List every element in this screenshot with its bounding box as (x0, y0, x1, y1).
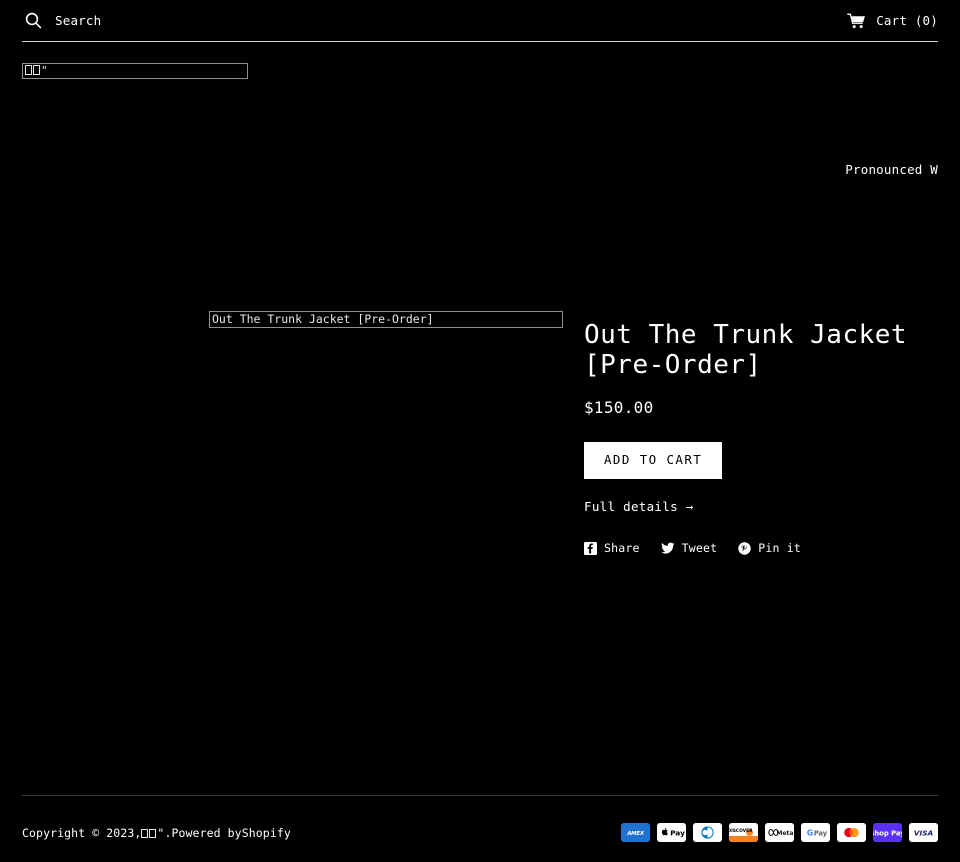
announcement-text: Pronounced W (845, 162, 938, 177)
svg-text:Pay: Pay (670, 829, 685, 838)
svg-text:Meta: Meta (777, 830, 794, 837)
svg-text:Pay: Pay (814, 829, 828, 837)
svg-text:VISA: VISA (914, 828, 934, 837)
pinterest-icon (738, 541, 751, 555)
search-icon[interactable] (22, 10, 44, 32)
payment-icon-american-express: AMEX (621, 823, 650, 842)
payment-icon-discover: DISCOVER (729, 823, 758, 842)
footer-bar: Copyright © 2023, ". Powered by Shopify … (22, 823, 938, 842)
product-price: $150.00 (584, 398, 654, 417)
shopify-link[interactable]: Shopify (242, 826, 291, 840)
search-input[interactable] (55, 11, 355, 30)
twitter-icon (660, 542, 675, 555)
payment-icon-shop-pay: shop Pay (873, 823, 902, 842)
footer-shop-name: " (141, 826, 164, 840)
site-logo-broken-image[interactable]: " (22, 63, 248, 79)
add-to-cart-button[interactable]: ADD TO CART (584, 442, 723, 479)
copyright-middle: . (164, 825, 172, 840)
site-header: Cart (0) (0, 0, 960, 43)
product-image-broken[interactable]: Out The Trunk Jacket [Pre-Order] (209, 311, 563, 328)
product-image-alt-text: Out The Trunk Jacket [Pre-Order] (212, 312, 434, 326)
share-twitter-label: Tweet (681, 541, 718, 555)
search-group (22, 10, 355, 32)
facebook-icon (584, 541, 597, 555)
svg-text:DISCOVER: DISCOVER (729, 828, 753, 834)
payment-icon-google-pay: G Pay (801, 823, 830, 842)
site-footer: Copyright © 2023, ". Powered by Shopify … (22, 795, 938, 862)
powered-by-text: Powered by (171, 825, 242, 840)
cart-label: Cart (0) (876, 13, 938, 28)
social-share-row: Share Tweet Pin it (584, 541, 924, 555)
product-title: Out The Trunk Jacket [Pre-Order] (584, 320, 908, 380)
copyright: Copyright © 2023, ". Powered by Shopify (22, 826, 291, 840)
cart-link[interactable]: Cart (0) (847, 13, 938, 29)
share-pinterest-button[interactable]: Pin it (738, 541, 801, 555)
share-pinterest-label: Pin it (758, 541, 801, 555)
share-facebook-label: Share (604, 541, 640, 555)
payment-icon-diners-club (693, 823, 722, 842)
shopping-cart-icon (847, 13, 866, 29)
site-logo-alt-text: " (25, 65, 48, 77)
payment-icon-visa: VISA (909, 823, 938, 842)
svg-text:shop Pay: shop Pay (873, 829, 902, 837)
header-bar: Cart (0) (22, 0, 938, 42)
payment-icon-meta-pay: Meta (765, 823, 794, 842)
payment-methods: AMEX Pay DISCOVER Meta G Pay hop Pa VISA (621, 823, 938, 842)
copyright-prefix: Copyright © 2023, (22, 825, 142, 840)
svg-text:AMEX: AMEX (626, 831, 645, 837)
share-facebook-button[interactable]: Share (584, 541, 640, 555)
product-info: Out The Trunk Jacket [Pre-Order] $150.00… (584, 320, 924, 555)
full-details-link[interactable]: Full details → (584, 499, 924, 514)
payment-icon-mastercard (837, 823, 866, 842)
payment-icon-apple-pay: Pay (657, 823, 686, 842)
svg-text:G: G (807, 828, 814, 837)
share-twitter-button[interactable]: Tweet (660, 541, 718, 555)
